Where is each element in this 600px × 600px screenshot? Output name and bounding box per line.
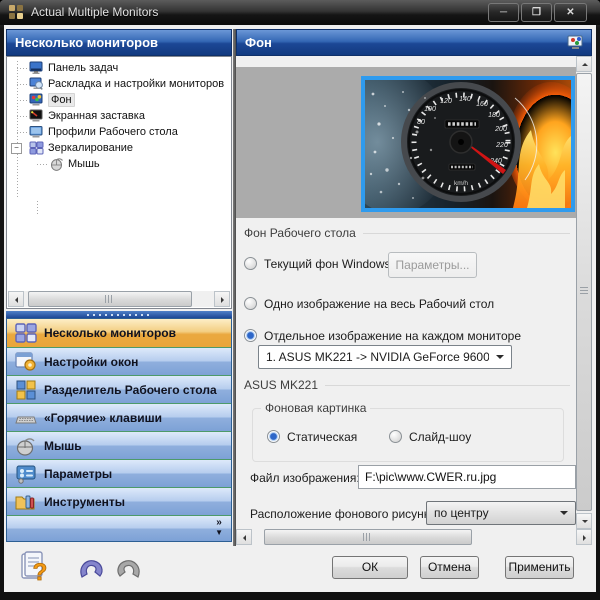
- radio-separate-image[interactable]: Отдельное изображение на каждом мониторе: [244, 328, 521, 343]
- window-title: Actual Multiple Monitors: [31, 5, 158, 19]
- gauge-label: 180: [488, 112, 500, 119]
- gauge-unit-label: km/h: [454, 180, 468, 187]
- minimize-button[interactable]: ─: [488, 3, 519, 22]
- radio-slideshow[interactable]: Слайд-шоу: [389, 429, 471, 444]
- scroll-right-button[interactable]: [576, 529, 592, 545]
- splitter-handle[interactable]: [6, 311, 232, 318]
- desktop-divider-icon: [14, 379, 38, 401]
- apply-button[interactable]: Применить: [505, 556, 574, 579]
- scroll-left-button[interactable]: [236, 529, 252, 545]
- mouse-nav-icon: [14, 435, 38, 457]
- help-button[interactable]: ?: [18, 550, 52, 588]
- sidebar-item-window-settings[interactable]: Настройки окон: [7, 347, 231, 375]
- radio-icon: [244, 329, 257, 342]
- tree-scroll-left-button[interactable]: [8, 291, 24, 307]
- position-combobox[interactable]: по центру: [426, 501, 576, 525]
- page-title-bar: Фон: [236, 29, 592, 56]
- gauge-label: 120: [440, 98, 452, 105]
- multiple-monitors-icon: [14, 322, 38, 344]
- ok-button[interactable]: ОК: [332, 556, 408, 579]
- tree-item-mouse[interactable]: Мышь: [7, 156, 232, 172]
- tools-icon: [14, 491, 38, 513]
- tree-item-screensaver[interactable]: Экранная заставка: [7, 108, 232, 124]
- nav-more-button[interactable]: » ▼: [7, 515, 231, 541]
- sidebar-item-options[interactable]: Параметры: [7, 459, 231, 487]
- close-button[interactable]: ✕: [554, 3, 587, 22]
- title-bar[interactable]: Actual Multiple Monitors ─ ❐ ✕: [0, 0, 600, 25]
- monitors-layout-icon: [29, 77, 44, 91]
- sidebar-item-hotkeys[interactable]: «Горячие» клавиши: [7, 403, 231, 431]
- image-file-input[interactable]: [358, 465, 576, 489]
- radio-icon: [244, 297, 257, 310]
- gauge-label: 200: [494, 126, 507, 133]
- gauge-label: 100: [424, 106, 436, 113]
- mouse-icon: [49, 157, 64, 171]
- tree-item-mirroring[interactable]: − Зеркалирование: [7, 140, 232, 156]
- desktop-profiles-icon: [29, 125, 44, 139]
- sidebar-item-tools[interactable]: Инструменты: [7, 487, 231, 515]
- svg-text:?: ?: [33, 559, 48, 586]
- tree-item-monitors-layout[interactable]: Раскладка и настройки мониторов: [7, 76, 232, 92]
- radio-static[interactable]: Статическая: [267, 429, 357, 444]
- redo-button[interactable]: [112, 555, 144, 583]
- gauge-label: 140: [459, 96, 471, 103]
- scroll-down-button[interactable]: [576, 513, 592, 529]
- mirroring-icon: [29, 141, 44, 155]
- tree-item-taskbar[interactable]: Панель задач: [7, 60, 232, 76]
- monitor-combobox[interactable]: 1. ASUS MK221 -> NVIDIA GeForce 9600 GSO: [258, 345, 512, 369]
- tree-scrollbar-thumb[interactable]: [28, 291, 192, 307]
- scroll-up-button[interactable]: [576, 56, 592, 72]
- gauge-label: 80: [417, 119, 425, 126]
- sidebar-item-multiple-monitors[interactable]: Несколько мониторов: [7, 319, 231, 347]
- keyboard-icon: [14, 407, 38, 429]
- undo-button[interactable]: [76, 555, 108, 583]
- window-settings-icon: [14, 351, 38, 373]
- chevron-down-icon: [560, 511, 568, 519]
- settings-tree: Панель задач Раскладка и настройки монит…: [6, 56, 232, 309]
- vertical-scrollbar[interactable]: [576, 56, 592, 529]
- app-window: Actual Multiple Monitors ─ ❐ ✕ Несколько…: [0, 0, 600, 600]
- desktop-bg-group-label: Фон Рабочего стола: [244, 226, 570, 240]
- background-page-icon: [567, 34, 585, 52]
- collapse-icon[interactable]: −: [11, 143, 22, 154]
- content-horizontal-scrollbar[interactable]: [236, 529, 592, 545]
- background-preview-image: 80 100 120 140 160 180 200 220 240: [361, 76, 575, 212]
- radio-icon: [389, 430, 402, 443]
- background-icon: [29, 93, 44, 107]
- cancel-button[interactable]: Отмена: [420, 556, 479, 579]
- horizontal-scrollbar-thumb[interactable]: [264, 529, 472, 545]
- left-panel-header: Несколько мониторов: [6, 29, 232, 56]
- background-settings-panel: 80 100 120 140 160 180 200 220 240: [236, 56, 592, 546]
- app-logo-icon: [9, 5, 24, 20]
- client-area: Несколько мониторов Панель задач Расклад…: [4, 25, 596, 592]
- tree-item-background[interactable]: Фон: [7, 92, 232, 108]
- picture-group-box: Фоновая картинка Статическая Слайд-шоу: [252, 408, 564, 462]
- tree-item-desktop-profiles[interactable]: Профили Рабочего стола: [7, 124, 232, 140]
- params-button[interactable]: Параметры...: [388, 252, 477, 278]
- radio-current-windows-bg[interactable]: Текущий фон Windows: [244, 256, 391, 271]
- file-label: Файл изображения:: [250, 471, 360, 485]
- page-title: Фон: [245, 35, 272, 50]
- position-label: Расположение фонового рисунка:: [250, 507, 439, 521]
- radio-icon: [244, 257, 257, 270]
- picture-group-label: Фоновая картинка: [261, 401, 370, 415]
- section-nav: Несколько мониторов Настройки окон Разде…: [6, 318, 232, 542]
- monitor-group-label: ASUS MK221: [244, 378, 570, 392]
- tree-scroll-right-button[interactable]: [214, 291, 230, 307]
- tree-horizontal-scrollbar[interactable]: [8, 291, 230, 307]
- radio-single-image[interactable]: Одно изображение на весь Рабочий стол: [244, 296, 494, 311]
- maximize-button[interactable]: ❐: [521, 3, 552, 22]
- taskbar-icon: [29, 61, 44, 75]
- sidebar-item-desktop-divider[interactable]: Разделитель Рабочего стола: [7, 375, 231, 403]
- tree-connector-child: [37, 201, 38, 215]
- vertical-scrollbar-thumb[interactable]: [576, 73, 592, 511]
- gauge-label: 160: [476, 101, 488, 108]
- chevron-more-icon: » ▼: [215, 518, 223, 538]
- radio-icon: [267, 430, 280, 443]
- gauge-label: 220: [495, 142, 508, 149]
- options-icon: [14, 463, 38, 485]
- screensaver-icon: [29, 109, 44, 123]
- chevron-down-icon: [496, 355, 504, 363]
- sidebar-item-mouse[interactable]: Мышь: [7, 431, 231, 459]
